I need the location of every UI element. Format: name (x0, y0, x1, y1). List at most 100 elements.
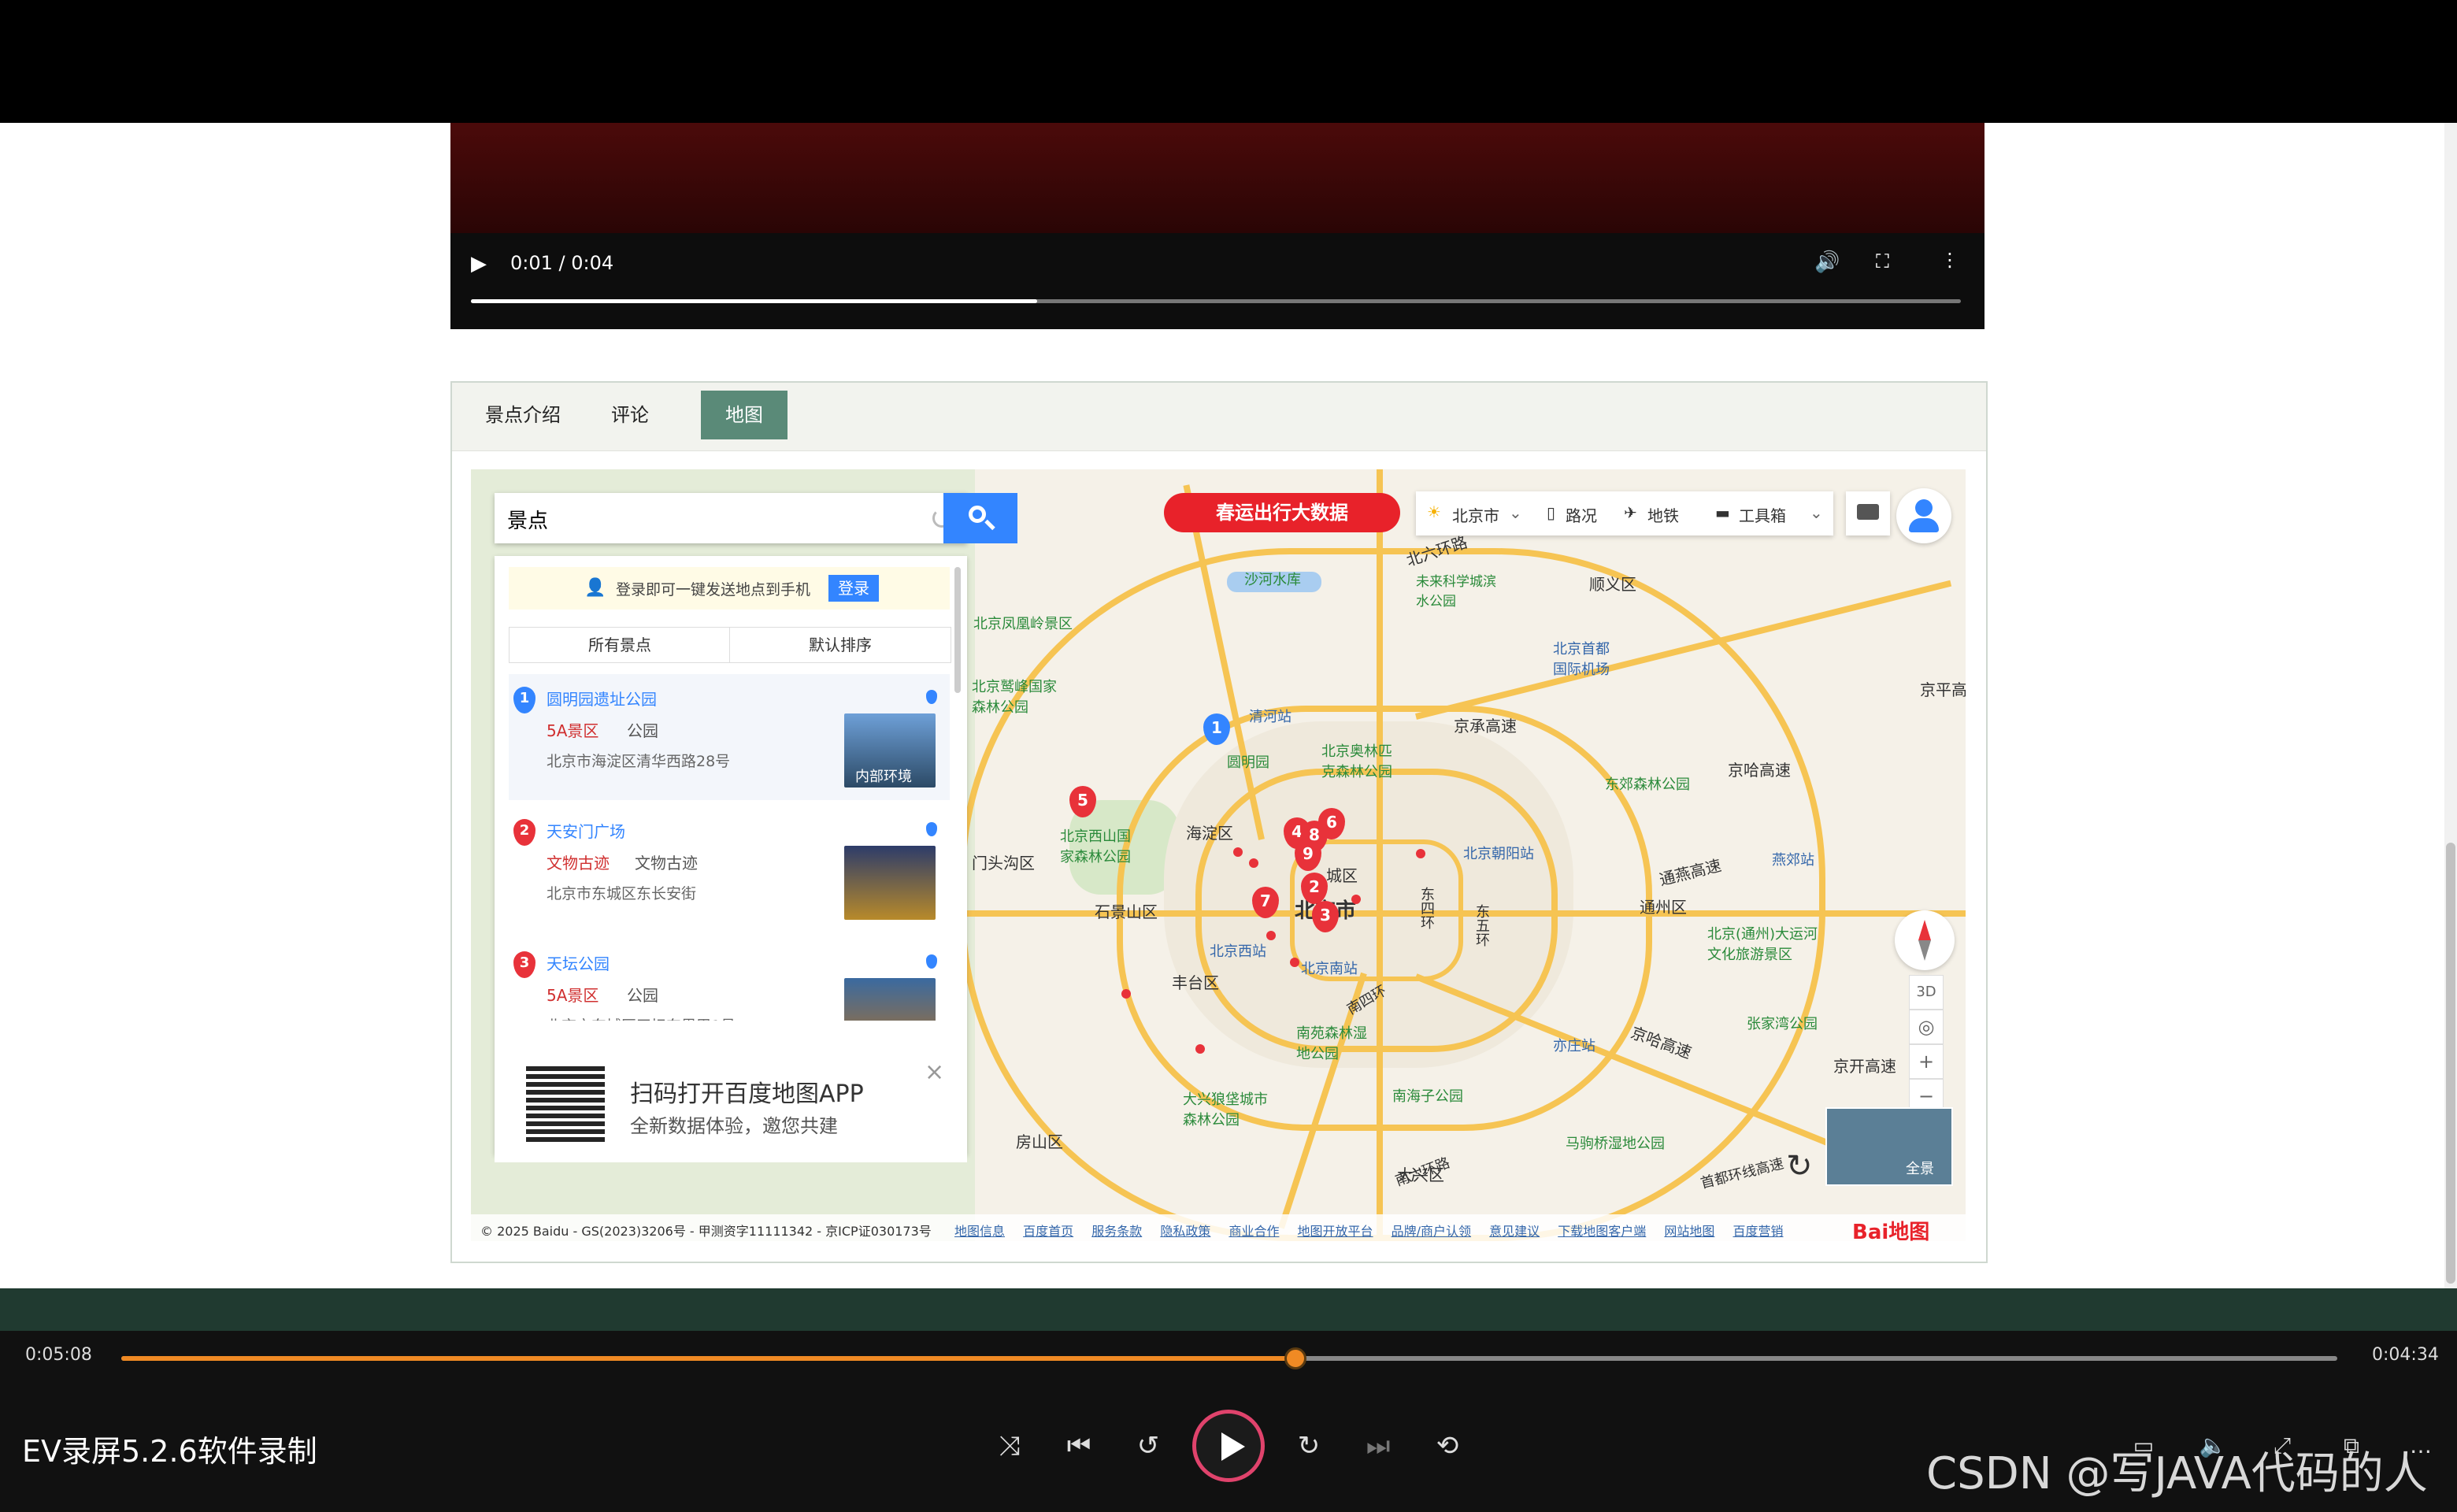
refresh-icon[interactable]: ↻ (1786, 1148, 1813, 1184)
next-icon[interactable]: ⏭ (1356, 1424, 1400, 1468)
label-jinghaa: 京哈高速 (1728, 761, 1791, 780)
chevron-down-icon: ⌄ (1509, 503, 1522, 522)
result-item-2[interactable]: 2 天安门广场 文物古迹 文物古迹 北京市东城区东长安街 (509, 806, 950, 932)
qr-subtitle: 全新数据体验，邀您共建 (630, 1115, 838, 1137)
result-address-3: 北京市东城区天坛东里甲1号 (547, 1014, 736, 1021)
login-prompt-text: 登录即可一键发送地点到手机 (616, 581, 811, 598)
place-fenghuang: 北京凤凰岭景区 (973, 616, 1073, 632)
panorama-thumbnail[interactable]: 全景 (1825, 1107, 1953, 1186)
filter-all-dropdown[interactable]: 所有景点 (509, 627, 731, 663)
tab-intro[interactable]: 景点介绍 (468, 391, 578, 439)
user-avatar-icon[interactable] (1896, 488, 1951, 543)
qr-code-image (526, 1063, 605, 1142)
place-canal: 北京(通州)大运河文化旅游景区 (1707, 926, 1818, 963)
volume-icon[interactable]: 🔊 (1814, 250, 1840, 274)
label-dongcheng: 城区 (1326, 866, 1358, 885)
close-icon[interactable]: × (925, 1058, 944, 1086)
footer-link[interactable]: 地图信息 (954, 1224, 1005, 1239)
scenic-content-box: 景点介绍 评论 地图 顺义区 海淀区 石景山区 丰台区 通州区 大兴区 房山区 … (450, 381, 1988, 1263)
result-thumb-3[interactable] (844, 978, 936, 1021)
place-xishan: 北京西山国家森林公园 (1060, 828, 1131, 865)
result-address-2: 北京市东城区东长安街 (547, 885, 697, 902)
map-search-input[interactable] (506, 501, 918, 537)
copyright-text: © 2025 Baidu - GS(2023)3206号 - 甲测资字11111… (480, 1224, 932, 1239)
locate-icon[interactable]: ◎ (1909, 1010, 1944, 1044)
search-icon-handle (984, 519, 995, 531)
baidu-map[interactable]: 顺义区 海淀区 石景山区 丰台区 通州区 大兴区 房山区 北京市 城区 门头沟区… (471, 469, 1966, 1241)
rewind-10-icon[interactable]: ↺ (1126, 1424, 1170, 1468)
map-dot (1266, 931, 1276, 940)
tab-map[interactable]: 地图 (701, 391, 788, 439)
footer-link[interactable]: 隐私政策 (1160, 1224, 1210, 1239)
spring-festival-banner[interactable]: 春运出行大数据 (1164, 493, 1400, 532)
footer-link[interactable]: 百度营销 (1732, 1224, 1783, 1239)
label-tongzhou: 通州区 (1640, 898, 1687, 917)
result-item-3[interactable]: 3 天坛公园 5A景区 公园 北京市东城区天坛东里甲1号 (509, 939, 950, 1021)
web-page: ▶ 0:01 / 0:04 🔊 ⛶ ⋮ 景点介绍 评论 地图 顺义区 海淀区 石… (0, 123, 2444, 1288)
play-icon (1221, 1432, 1245, 1461)
login-button[interactable]: 登录 (828, 575, 879, 602)
footer-link[interactable]: 地图开放平台 (1298, 1224, 1373, 1239)
result-thumb-1[interactable]: 内部环境 (844, 713, 936, 788)
embedded-video[interactable]: ▶ 0:01 / 0:04 🔊 ⛶ ⋮ (450, 123, 1984, 329)
footer-link[interactable]: 意见建议 (1489, 1224, 1540, 1239)
search-button[interactable] (943, 493, 1017, 543)
label-fangshan: 房山区 (1016, 1132, 1063, 1151)
result-grade-1: 5A景区 (547, 721, 599, 740)
previous-icon[interactable]: ⏮ (1057, 1424, 1101, 1468)
place-nanyuan: 南苑森林湿地公园 (1296, 1025, 1367, 1062)
repeat-off-icon[interactable]: ⟲ (1425, 1424, 1469, 1468)
footer-link[interactable]: 品牌/商户认领 (1392, 1224, 1471, 1239)
footer-link[interactable]: 下载地图客户端 (1558, 1224, 1646, 1239)
fullscreen-icon[interactable]: ⛶ (1876, 250, 1889, 272)
zoom-in-button[interactable]: + (1909, 1044, 1944, 1079)
result-address-1: 北京市海淀区清华西路28号 (547, 753, 731, 770)
message-icon[interactable] (1846, 491, 1890, 536)
label-shijingshan: 石景山区 (1095, 902, 1158, 921)
result-pin-2: 2 (513, 819, 536, 846)
thumb-caption-1: 内部环境 (855, 769, 912, 785)
footer-link[interactable]: 网站地图 (1664, 1224, 1714, 1239)
toolbox-menu[interactable]: 工具箱 (1739, 503, 1786, 526)
more-options-icon[interactable]: ⋮ (1940, 249, 1959, 271)
chat-bubble-icon (1857, 504, 1879, 520)
view-3d-button[interactable]: 3D (1909, 975, 1944, 1010)
footer-link[interactable]: 服务条款 (1091, 1224, 1142, 1239)
result-item-1[interactable]: 1 圆明园遗址公园 5A景区 公园 北京市海淀区清华西路28号 内部环境 (509, 674, 950, 800)
subway-toggle[interactable]: 地铁 (1647, 503, 1679, 526)
filter-sort-dropdown[interactable]: 默认排序 (729, 627, 951, 663)
label-jingkai: 京开高速 (1833, 1057, 1896, 1076)
map-copyright-bar: © 2025 Baidu - GS(2023)3206号 - 甲测资字11111… (471, 1214, 1966, 1241)
forward-30-icon[interactable]: ↻ (1287, 1424, 1331, 1468)
map-dot (1121, 989, 1131, 999)
location-icon[interactable] (926, 822, 937, 836)
search-icon (969, 506, 986, 523)
city-selector[interactable]: 北京市 (1452, 503, 1499, 526)
footer-link[interactable]: 百度首页 (1023, 1224, 1073, 1239)
place-future: 未来科学城滨水公园 (1416, 574, 1496, 610)
place-airport: 北京首都国际机场 (1553, 641, 1610, 678)
traffic-toggle[interactable]: 路况 (1566, 503, 1597, 526)
result-name-1[interactable]: 圆明园遗址公园 (547, 687, 657, 710)
chevron-down-icon: ⌄ (1810, 503, 1823, 522)
play-button[interactable] (1192, 1410, 1265, 1482)
tab-comments[interactable]: 评论 (591, 391, 669, 439)
qr-title: 扫码打开百度地图APP (630, 1080, 864, 1108)
footer-link[interactable]: 商业合作 (1228, 1224, 1279, 1239)
compass-icon[interactable] (1895, 910, 1955, 970)
result-thumb-2[interactable] (844, 846, 936, 920)
location-icon[interactable] (926, 954, 937, 969)
place-chaoyang: 北京朝阳站 (1463, 846, 1534, 862)
results-scrollbar[interactable] (954, 567, 961, 693)
traffic-light-icon: ▯ (1547, 503, 1556, 522)
video-progress-bar[interactable] (471, 299, 1961, 303)
result-category-3: 公园 (627, 986, 658, 1005)
place-yuanmingyuan: 圆明园 (1227, 754, 1269, 771)
result-name-2[interactable]: 天安门广场 (547, 819, 625, 842)
map-dot (1249, 858, 1258, 868)
shuffle-icon[interactable]: ⤨ (988, 1424, 1032, 1468)
result-name-3[interactable]: 天坛公园 (547, 951, 610, 974)
location-icon[interactable] (926, 690, 937, 704)
video-play-icon[interactable]: ▶ (471, 252, 487, 276)
page-scroll-thumb[interactable] (2446, 843, 2455, 1284)
